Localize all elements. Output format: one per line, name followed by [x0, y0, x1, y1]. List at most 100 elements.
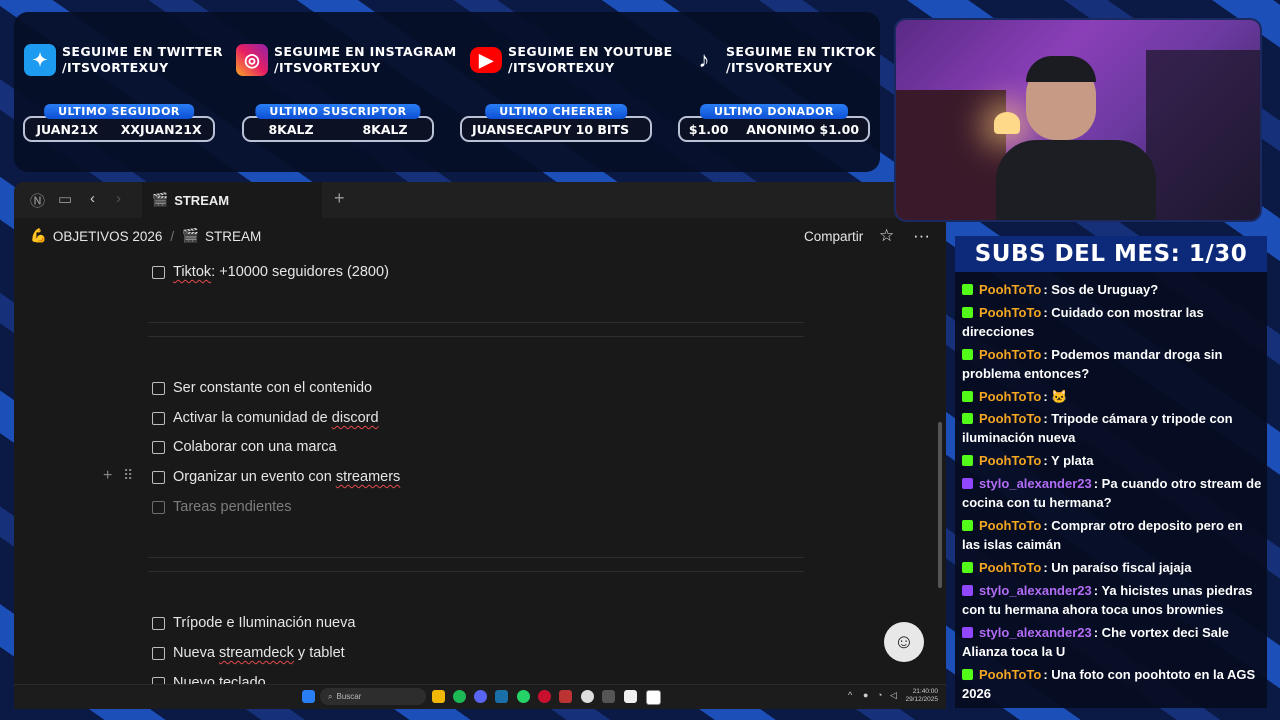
sidebar-toggle-icon[interactable]: ▭: [58, 190, 72, 208]
notion-ai-button[interactable]: ☺: [884, 622, 924, 662]
clock-date: 29/12/2025: [905, 696, 938, 703]
spotify-icon[interactable]: [453, 690, 466, 703]
social-youtube: ▶ SEGUIME EN YOUTUBE/ITSVORTEXUY: [470, 42, 673, 78]
new-tab-icon[interactable]: +: [334, 188, 345, 209]
checkbox[interactable]: [152, 265, 165, 279]
breadcrumb-item[interactable]: STREAM: [205, 229, 261, 244]
todo-item-placeholder[interactable]: Tareas pendientes: [152, 497, 292, 517]
chat-username[interactable]: PoohToTo: [979, 560, 1041, 575]
chat-username[interactable]: PoohToTo: [979, 411, 1041, 426]
todo-item[interactable]: Tiktok: +10000 seguidores (2800): [152, 262, 389, 282]
tray-chevron-icon[interactable]: ^: [848, 690, 852, 700]
todo-item[interactable]: Ser constante con el contenido: [152, 378, 372, 398]
streamlabs-icon[interactable]: [624, 690, 637, 703]
mic-icon[interactable]: ●: [863, 690, 868, 700]
chat-text: : Y plata: [1043, 453, 1094, 468]
obs-icon[interactable]: [602, 690, 615, 703]
social-twitter: ✦ SEGUIME EN TWITTER/ITSVORTEXUY: [24, 42, 223, 78]
windows-start-icon[interactable]: [302, 690, 315, 703]
chat-username[interactable]: stylo_alexander23: [979, 625, 1092, 640]
todo-item[interactable]: Colaborar con una marca: [152, 437, 337, 457]
chat-text: : 🐱: [1043, 389, 1068, 404]
chrome-icon[interactable]: [581, 690, 594, 703]
app-icon[interactable]: [559, 690, 572, 703]
todo-text[interactable]: Colaborar con una marca: [173, 439, 337, 455]
social-instagram: ◎ SEGUIME EN INSTAGRAM/ITSVORTEXUY: [236, 42, 457, 78]
chat-message: PoohToTo: Y plata: [962, 451, 1262, 470]
checkbox[interactable]: [152, 616, 165, 630]
volume-icon[interactable]: ◁: [890, 690, 897, 701]
chat-username[interactable]: stylo_alexander23: [979, 476, 1092, 491]
todo-item[interactable]: Organizar un evento con streamers: [152, 467, 400, 487]
page-emoji-icon: 💪: [30, 228, 47, 243]
chat-username[interactable]: PoohToTo: [979, 282, 1041, 297]
checkbox[interactable]: [152, 500, 165, 514]
stat-last-donor: ULTIMO DONADOR $1.00 ANONIMO $1.00: [678, 104, 870, 142]
todo-text[interactable]: Tiktok: +10000 seguidores (2800): [173, 264, 389, 280]
stat-label: ULTIMO SUSCRIPTOR: [255, 104, 421, 119]
chat-message: PoohToTo: 🐱: [962, 387, 1262, 406]
kick-badge-icon: [962, 391, 973, 402]
todo-text[interactable]: Organizar un evento con streamers: [173, 469, 400, 485]
todo-placeholder[interactable]: Tareas pendientes: [173, 499, 292, 515]
opera-icon[interactable]: [538, 690, 551, 703]
chat-username[interactable]: PoohToTo: [979, 453, 1041, 468]
search-placeholder: Buscar: [336, 692, 362, 701]
twitch-badge-icon: [962, 478, 973, 489]
checkbox[interactable]: [152, 411, 165, 425]
divider: [148, 571, 804, 572]
social-line2: /ITSVORTEXUY: [274, 60, 381, 75]
todo-item[interactable]: Activar la comunidad de discord: [152, 408, 379, 428]
desk-shelf: [896, 90, 1006, 220]
social-tiktok: ♪ SEGUIME EN TIKTOK/ITSVORTEXUY: [688, 42, 876, 78]
todo-text[interactable]: Ser constante con el contenido: [173, 380, 372, 396]
person-body: [996, 140, 1156, 220]
chat-username[interactable]: PoohToTo: [979, 389, 1041, 404]
todo-text[interactable]: Activar la comunidad de discord: [173, 410, 379, 426]
chat-message: stylo_alexander23: Che vortex deci Sale …: [962, 623, 1262, 661]
kick-badge-icon: [962, 413, 973, 424]
checkbox[interactable]: [152, 646, 165, 660]
chair: [1146, 50, 1260, 220]
share-button[interactable]: Compartir: [804, 229, 863, 244]
wifi-icon[interactable]: ◔: [877, 690, 882, 700]
checkbox[interactable]: [152, 470, 165, 484]
chat-message: PoohToTo: Podemos mandar droga sin probl…: [962, 345, 1262, 383]
kick-badge-icon: [962, 669, 973, 680]
steam-icon[interactable]: [495, 690, 508, 703]
discord-icon[interactable]: [474, 690, 487, 703]
chat-username[interactable]: stylo_alexander23: [979, 583, 1092, 598]
divider: [148, 336, 804, 337]
chat-username[interactable]: PoohToTo: [979, 518, 1041, 533]
taskbar-search[interactable]: ⌕ Buscar: [320, 688, 426, 705]
forward-arrow-icon[interactable]: ›: [116, 190, 121, 207]
tab-stream[interactable]: 🎬 STREAM: [142, 182, 322, 218]
chat-username[interactable]: PoohToTo: [979, 305, 1041, 320]
stat-value: 8KALZ: [362, 121, 408, 137]
file-explorer-icon[interactable]: [432, 690, 445, 703]
notion-logo-icon[interactable]: Ⓝ: [30, 190, 45, 211]
social-line2: /ITSVORTEXUY: [62, 60, 169, 75]
todo-item[interactable]: Nueva streamdeck y tablet: [152, 643, 345, 663]
chat-username[interactable]: PoohToTo: [979, 667, 1041, 682]
checkbox[interactable]: [152, 440, 165, 454]
notion-taskbar-icon[interactable]: [646, 690, 661, 705]
add-block-icon[interactable]: +: [103, 467, 112, 485]
instagram-icon: ◎: [236, 44, 268, 76]
more-options-icon[interactable]: ···: [913, 226, 930, 246]
todo-item[interactable]: Trípode e Iluminación nueva: [152, 613, 355, 633]
todo-text[interactable]: Trípode e Iluminación nueva: [173, 615, 355, 631]
scrollbar-thumb[interactable]: [938, 422, 942, 588]
chat-username[interactable]: PoohToTo: [979, 347, 1041, 362]
taskbar-clock[interactable]: 21:40:00 29/12/2025: [902, 688, 938, 704]
kick-badge-icon: [962, 455, 973, 466]
drag-handle-icon[interactable]: ⠿: [123, 467, 133, 484]
checkbox[interactable]: [152, 381, 165, 395]
breadcrumb-item[interactable]: OBJETIVOS 2026: [53, 229, 163, 244]
whatsapp-icon[interactable]: [517, 690, 530, 703]
star-icon[interactable]: ☆: [879, 226, 894, 246]
stat-value: $1.00: [688, 121, 729, 137]
todo-text[interactable]: Nueva streamdeck y tablet: [173, 645, 345, 661]
chat-text: : Un paraíso fiscal jajaja: [1043, 560, 1192, 575]
back-arrow-icon[interactable]: ‹: [90, 190, 95, 207]
